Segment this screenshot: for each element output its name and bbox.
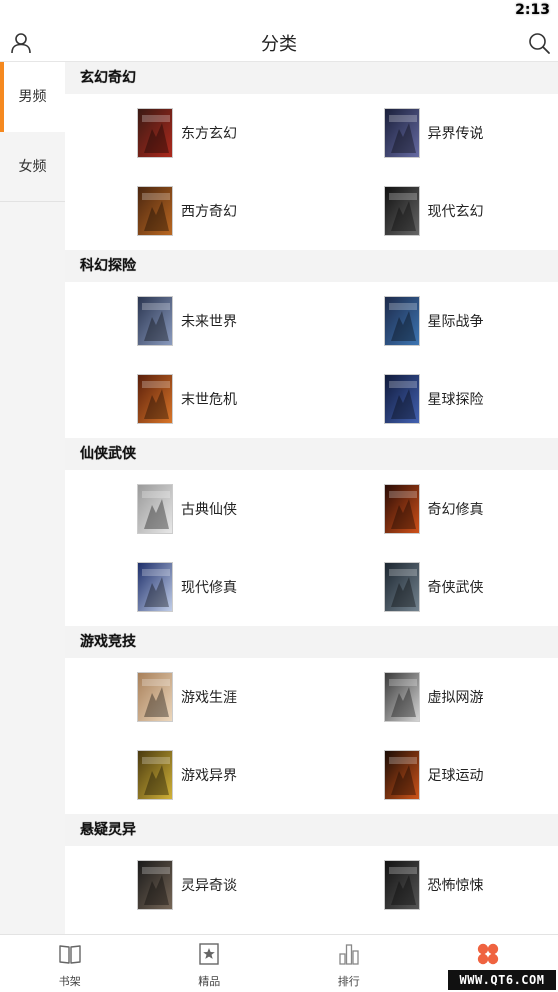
category-item-label: 游戏生涯 — [181, 690, 237, 706]
nav-ranking[interactable]: 排行 — [279, 935, 419, 992]
category-item[interactable]: 灵异奇谈 — [65, 846, 312, 924]
book-cover-image — [137, 374, 173, 424]
search-icon — [529, 33, 550, 54]
category-item-label: 末世危机 — [181, 392, 237, 408]
category-item[interactable]: 奇幻修真 — [312, 470, 558, 548]
category-item-label: 西方奇幻 — [181, 204, 237, 220]
category-item[interactable]: 现代玄幻 — [312, 172, 558, 250]
category-item-label: 异界传说 — [427, 126, 484, 142]
category-item[interactable]: 足球运动 — [312, 736, 558, 814]
book-cover-image — [137, 186, 173, 236]
section-grid: 未来世界 星际战争末世危机 星球探险 — [65, 282, 558, 438]
ranking-bars-icon — [339, 944, 359, 965]
category-item[interactable]: 星球探险 — [312, 360, 558, 438]
category-item[interactable]: 奇侠武侠 — [312, 548, 558, 626]
status-bar: 2:13 — [0, 0, 558, 24]
page-title: 分类 — [261, 34, 297, 55]
category-item[interactable]: 虚拟网游 — [312, 658, 558, 736]
nav-featured[interactable]: 精品 — [140, 935, 280, 992]
section-header: 玄幻奇幻 — [65, 62, 558, 94]
book-cover-image — [383, 186, 420, 236]
category-list[interactable]: 玄幻奇幻东方玄幻 异界传说西方奇幻 现代玄幻科幻探险未来世界 星际战争末世危机 星球探险… — [65, 62, 558, 934]
category-item[interactable]: 恐怖惊悚 — [312, 846, 558, 924]
book-cover-image — [383, 860, 420, 910]
book-cover-image — [383, 562, 420, 612]
tab-female[interactable]: 女频 — [0, 132, 65, 202]
category-item-label: 东方玄幻 — [181, 126, 237, 142]
category-item[interactable]: 古典仙侠 — [65, 470, 312, 548]
book-cover-image — [383, 750, 420, 800]
section-header: 科幻探险 — [65, 250, 558, 282]
book-icon — [59, 945, 81, 964]
watermark: WWW.QT6.COM — [448, 970, 556, 990]
book-cover-image — [137, 860, 173, 910]
category-item-label: 灵异奇谈 — [181, 878, 237, 894]
book-cover-image — [383, 672, 420, 722]
section-header: 游戏竞技 — [65, 626, 558, 658]
nav-featured-label: 精品 — [198, 975, 221, 988]
book-cover-image — [383, 108, 420, 158]
star-card-icon — [199, 943, 219, 965]
section-header: 仙侠武侠 — [65, 438, 558, 470]
category-item[interactable]: 末世危机 — [65, 360, 312, 438]
book-cover-image — [137, 562, 173, 612]
book-cover-image — [137, 672, 173, 722]
category-item-label: 现代修真 — [181, 580, 237, 596]
header-bar: 分类 — [0, 24, 558, 62]
category-item-label: 现代玄幻 — [427, 204, 484, 220]
book-cover-image — [137, 108, 173, 158]
category-sidebar: 男频 女频 — [0, 62, 65, 934]
book-cover-image — [137, 750, 173, 800]
category-item-label: 星际战争 — [427, 314, 484, 330]
book-cover-image — [137, 484, 173, 534]
section-grid: 古典仙侠 奇幻修真现代修真 奇侠武侠 — [65, 470, 558, 626]
status-time: 2:13 — [515, 2, 550, 18]
category-item-label: 虚拟网游 — [427, 690, 484, 706]
category-item-label: 未来世界 — [181, 314, 237, 330]
category-item-label: 奇幻修真 — [427, 502, 484, 518]
category-item[interactable]: 现代修真 — [65, 548, 312, 626]
category-item-label: 奇侠武侠 — [427, 580, 484, 596]
section-grid: 东方玄幻 异界传说西方奇幻 现代玄幻 — [65, 94, 558, 250]
nav-ranking-label: 排行 — [337, 975, 360, 988]
category-clover-icon — [478, 943, 499, 965]
category-item[interactable]: 星际战争 — [312, 282, 558, 360]
category-item-label: 游戏异界 — [181, 768, 237, 784]
category-item[interactable]: 游戏异界 — [65, 736, 312, 814]
category-item[interactable]: 异界传说 — [312, 94, 558, 172]
category-item-label: 恐怖惊悚 — [427, 878, 484, 894]
category-item-label: 古典仙侠 — [181, 502, 237, 518]
nav-bookshelf[interactable]: 书架 — [0, 935, 140, 992]
nav-bookshelf-label: 书架 — [58, 975, 81, 988]
section-grid: 游戏生涯 虚拟网游游戏异界 足球运动 — [65, 658, 558, 814]
category-item[interactable]: 西方奇幻 — [65, 172, 312, 250]
category-item-label: 星球探险 — [427, 392, 484, 408]
tab-male[interactable]: 男频 — [0, 62, 65, 132]
section-grid: 灵异奇谈 恐怖惊悚 — [65, 846, 558, 924]
category-item-label: 足球运动 — [427, 768, 484, 784]
section-header: 悬疑灵异 — [65, 814, 558, 846]
category-item[interactable]: 东方玄幻 — [65, 94, 312, 172]
book-cover-image — [137, 296, 173, 346]
category-item[interactable]: 未来世界 — [65, 282, 312, 360]
book-cover-image — [383, 296, 420, 346]
app-root: 2:13 分类 男频 女频 玄幻奇幻 东方玄幻 异界传说 西方奇幻 现代玄幻 科幻探险 未来… — [0, 0, 558, 992]
search-button[interactable] — [526, 30, 552, 56]
category-item[interactable]: 游戏生涯 — [65, 658, 312, 736]
book-cover-image — [383, 484, 420, 534]
book-cover-image — [383, 374, 420, 424]
